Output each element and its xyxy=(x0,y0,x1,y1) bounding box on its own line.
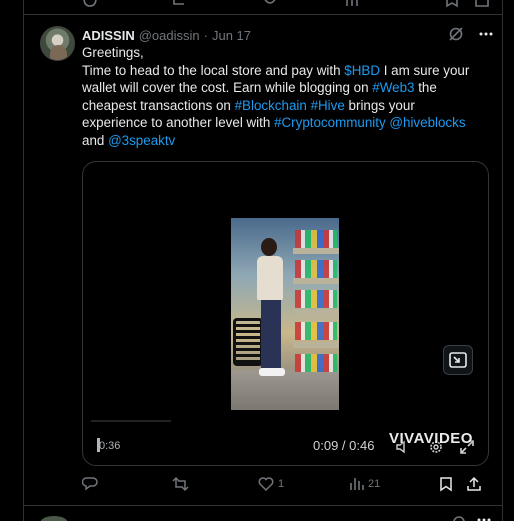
text-line: experience to another level with #Crypto… xyxy=(82,115,466,131)
avatar[interactable] xyxy=(40,26,75,61)
views-icon xyxy=(348,476,364,492)
like-count: 1 xyxy=(278,478,285,490)
reply-icon[interactable] xyxy=(82,0,100,10)
video-player[interactable]: 0:36 0:09 / 0:46 VIVAVIDEO xyxy=(82,161,489,466)
text-line: Greetings, xyxy=(82,45,144,60)
text-line: cheapest transactions on #Blockchain #Hi… xyxy=(82,97,415,113)
share-icon xyxy=(466,476,482,492)
text-line: and @3speaktv xyxy=(82,132,176,148)
reply-icon xyxy=(82,476,98,492)
post-divider xyxy=(24,505,502,506)
bookmark-button[interactable] xyxy=(438,476,454,492)
bookmark-icon[interactable] xyxy=(444,0,462,10)
previous-post-actions xyxy=(24,0,502,15)
bookmark-icon xyxy=(438,476,454,492)
like-icon xyxy=(258,476,274,492)
retweet-button[interactable] xyxy=(172,476,193,492)
progress-bar[interactable] xyxy=(91,420,171,422)
more-icon[interactable] xyxy=(476,514,492,521)
separator: · xyxy=(203,27,208,43)
mention-link[interactable]: @hiveblocks xyxy=(389,115,465,130)
hashtag-link[interactable]: #Web3 xyxy=(372,80,414,95)
views-count: 21 xyxy=(368,478,381,490)
post-actions: 1 21 xyxy=(82,476,492,496)
post-text: Greetings, Time to head to the local sto… xyxy=(82,44,502,150)
post-header: ADISSIN @oadissin · Jun 17 xyxy=(82,26,494,44)
display-name[interactable]: ADISSIN xyxy=(82,28,135,43)
hashtag-link[interactable]: $HBD xyxy=(344,63,380,78)
user-handle[interactable]: @oadissin xyxy=(139,28,200,43)
grok-icon[interactable] xyxy=(448,26,464,42)
grok-icon[interactable] xyxy=(452,514,466,521)
timeline-column: ADISSIN @oadissin · Jun 17 Greetings, Ti… xyxy=(23,0,503,521)
views-icon[interactable] xyxy=(344,0,362,10)
text-line: Time to head to the local store and pay … xyxy=(82,62,470,78)
mention-link[interactable]: @3speaktv xyxy=(108,133,175,148)
like-icon[interactable] xyxy=(262,0,280,10)
pip-icon xyxy=(449,352,467,368)
views-button[interactable]: 21 xyxy=(348,476,380,492)
reply-button[interactable] xyxy=(82,476,102,492)
share-button[interactable] xyxy=(466,476,482,492)
post-date[interactable]: Jun 17 xyxy=(212,28,251,43)
hashtag-link[interactable]: #Hive xyxy=(311,98,345,113)
share-icon[interactable] xyxy=(474,0,492,10)
like-button[interactable]: 1 xyxy=(258,476,284,492)
elapsed-overlay: 0:36 xyxy=(99,440,121,452)
shopping-basket xyxy=(233,318,263,366)
hashtag-link[interactable]: #Cryptocommunity xyxy=(274,115,386,130)
retweet-icon[interactable] xyxy=(172,0,190,10)
video-timecode: 0:09 / 0:46 xyxy=(313,438,375,453)
avatar[interactable] xyxy=(40,516,68,521)
pip-button[interactable] xyxy=(443,345,473,375)
video-frame[interactable] xyxy=(231,218,339,410)
hashtag-link[interactable]: #Blockchain xyxy=(235,98,307,113)
video-watermark: VIVAVIDEO xyxy=(389,430,473,447)
more-icon[interactable] xyxy=(478,26,494,42)
retweet-icon xyxy=(172,476,189,492)
text-line: wallet will cover the cost. Earn while b… xyxy=(82,80,437,96)
